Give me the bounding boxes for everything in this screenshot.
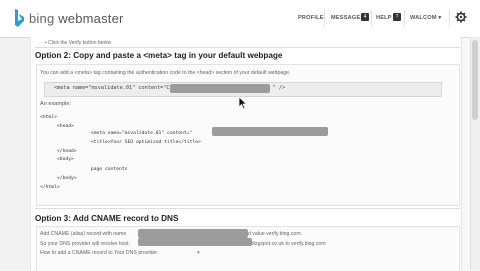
section-divider	[35, 47, 460, 48]
redacted-code	[170, 84, 270, 93]
example-label: An example:	[40, 101, 72, 107]
scrollbar-thumb[interactable]	[472, 40, 478, 120]
section-divider	[35, 208, 460, 209]
option2-description: You can add a <meta> tag containing the …	[40, 70, 291, 76]
bing-logo-icon	[15, 9, 24, 27]
option3-title: Option 3: Add CNAME record to DNS	[35, 214, 179, 223]
code-line: </head>	[40, 149, 77, 154]
nav-divider	[324, 10, 325, 27]
code-line: </html>	[40, 185, 60, 190]
code-line: <head>	[40, 124, 74, 129]
dns-provider-select[interactable]: Your DNS provider	[114, 250, 157, 256]
redacted-code	[138, 238, 252, 246]
option2-title: Option 2: Copy and paste a <meta> tag in…	[35, 51, 283, 60]
code-line: <title>Your SEO optimized title</title>	[40, 140, 201, 145]
nav-divider	[371, 10, 372, 27]
code-line: </body>	[40, 176, 77, 181]
code-line: page contents	[40, 167, 128, 172]
option3-line-3[interactable]: How to add a CNAME record to Your DNS pr…	[40, 250, 200, 256]
code-line: <html>	[40, 115, 57, 120]
bing-webmaster-logo[interactable]: bing webmaster	[14, 8, 124, 28]
gear-icon[interactable]	[455, 11, 467, 23]
help-icon: ?	[393, 13, 401, 21]
example-code-block	[38, 109, 456, 202]
mouse-cursor-icon	[238, 96, 248, 110]
nav-divider	[404, 10, 405, 27]
previous-step-text: • Click the Verify button below	[45, 40, 111, 46]
code-line: <body>	[40, 157, 74, 162]
redacted-code	[212, 127, 328, 136]
nav-profile[interactable]: PROFILE	[298, 15, 324, 21]
brand-name: bing webmaster	[29, 10, 124, 26]
redacted-code	[138, 229, 248, 238]
top-navigation-bar: bing webmaster PROFILE MESSAGES 4 HELP ?…	[0, 0, 480, 38]
chevron-down-icon: ▾	[197, 250, 200, 256]
nav-divider	[449, 10, 450, 27]
nav-user-menu[interactable]: WALCOM ▾	[410, 15, 441, 21]
nav-help[interactable]: HELP	[376, 15, 392, 21]
nav-messages[interactable]: MESSAGES	[331, 15, 364, 21]
left-rail	[0, 37, 30, 270]
messages-count-badge: 4	[361, 13, 369, 21]
